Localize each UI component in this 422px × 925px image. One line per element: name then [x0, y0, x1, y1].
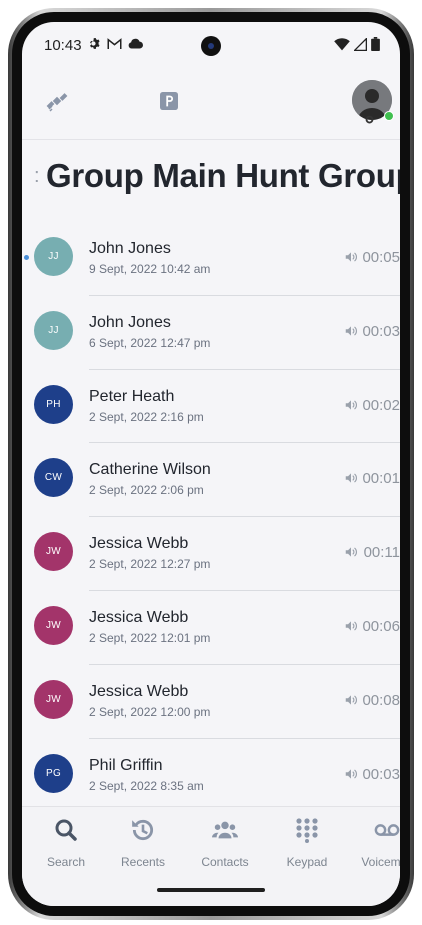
search-icon: [53, 817, 79, 843]
contact-name: Jessica Webb: [89, 608, 189, 626]
speaker-icon[interactable]: [344, 324, 358, 338]
contact-avatar[interactable]: JW: [34, 532, 73, 572]
avatar-initials: JW: [45, 619, 62, 631]
call-timestamp: 2 Sept, 2022 12:27 pm: [89, 557, 211, 572]
call-history-list: JJ John Jones 9 Sept, 2022 10:42 am 00:0…: [22, 222, 400, 813]
call-timestamp: 9 Sept, 2022 10:42 am: [89, 262, 211, 276]
contact-avatar[interactable]: PG: [34, 753, 73, 793]
call-duration: 00:02: [362, 396, 400, 414]
nav-item-keypad[interactable]: Keypad: [271, 817, 343, 869]
speaker-icon[interactable]: [344, 250, 358, 264]
contact-avatar[interactable]: CW: [34, 458, 73, 498]
speaker-icon[interactable]: [344, 545, 358, 559]
call-timestamp: 2 Sept, 2022 8:35 am: [89, 778, 204, 793]
nav-label: Recents: [120, 855, 166, 869]
nav-label: Search: [46, 855, 86, 869]
keypad-icon: [294, 817, 320, 843]
avatar-initials: JW: [45, 693, 62, 705]
voicemail-icon: [374, 817, 400, 843]
call-duration: 00:01: [362, 470, 400, 488]
gmail-icon: [107, 37, 122, 49]
nav-label: Keypad: [286, 855, 328, 869]
status-icons-left: [88, 37, 143, 50]
history-icon: [130, 817, 156, 843]
nav-label: Voicemail: [361, 855, 400, 869]
contact-avatar[interactable]: JW: [34, 679, 73, 719]
call-timestamp: 6 Sept, 2022 12:47 pm: [89, 335, 211, 350]
call-row[interactable]: CW Catherine Wilson 2 Sept, 2022 2:06 pm…: [22, 443, 400, 518]
call-row[interactable]: PG Phil Griffin 2 Sept, 2022 8:35 am 00:…: [22, 739, 400, 813]
presence-indicator: [384, 111, 394, 121]
call-duration: 00:06: [362, 617, 400, 635]
nav-item-search[interactable]: Search: [30, 817, 102, 869]
call-duration: 00:03: [362, 765, 400, 783]
contact-name: John Jones: [89, 240, 171, 257]
avatar-initials: CW: [44, 472, 63, 484]
contact-avatar[interactable]: JJ: [34, 310, 73, 350]
contact-avatar[interactable]: JW: [34, 605, 73, 645]
call-row[interactable]: JW Jessica Webb 2 Sept, 2022 12:01 pm 00…: [22, 591, 400, 665]
speaker-icon[interactable]: [344, 398, 358, 412]
call-duration: 00:11: [363, 544, 400, 562]
title-overflow-marker: :: [34, 165, 40, 187]
contact-name: Phil Griffin: [89, 756, 163, 774]
wifi-icon: [334, 37, 350, 50]
call-timestamp: 2 Sept, 2022 2:16 pm: [89, 409, 204, 424]
speaker-icon[interactable]: [344, 619, 358, 633]
call-row[interactable]: JW Jessica Webb 2 Sept, 2022 12:27 pm 00…: [22, 517, 400, 591]
call-row[interactable]: JJ John Jones 9 Sept, 2022 10:42 am 00:0…: [22, 222, 400, 296]
contact-name: Jessica Webb: [89, 535, 189, 553]
moon-icon[interactable]: [101, 88, 127, 114]
avatar-initials: PG: [45, 767, 62, 779]
settings-badge-icon: [365, 115, 374, 124]
page-title: Group Main Hunt Group: [46, 157, 400, 194]
call-duration: 00:03: [362, 322, 400, 340]
contact-name: Peter Heath: [89, 387, 175, 405]
nav-label: Contacts: [201, 855, 249, 869]
avatar-initials: PH: [46, 398, 61, 410]
top-toolbar: [22, 66, 400, 136]
call-timestamp: 2 Sept, 2022 12:01 pm: [89, 630, 211, 645]
speaker-icon[interactable]: [344, 471, 358, 485]
avatar-initials: JJ: [48, 324, 59, 336]
contact-name: Catherine Wilson: [89, 461, 211, 479]
status-time: 10:43: [44, 37, 82, 54]
call-timestamp: 2 Sept, 2022 2:06 pm: [89, 483, 204, 498]
avatar-initials: JW: [45, 546, 62, 558]
front-camera: [201, 36, 221, 56]
call-row[interactable]: JW Jessica Webb 2 Sept, 2022 12:00 pm 00…: [22, 665, 400, 739]
status-icons-right: [334, 37, 380, 51]
nav-item-recents[interactable]: Recents: [107, 817, 179, 869]
speaker-icon[interactable]: [344, 767, 358, 781]
contact-avatar[interactable]: JJ: [34, 237, 73, 276]
phone-frame: 10:43: Group Main Hunt Group JJ John Jo…: [8, 8, 414, 920]
home-indicator[interactable]: [157, 888, 265, 892]
contact-avatar[interactable]: PH: [34, 384, 73, 424]
signal-icon: [354, 37, 367, 51]
call-row[interactable]: PH Peter Heath 2 Sept, 2022 2:16 pm 00:0…: [22, 370, 400, 444]
cloud-icon: [128, 38, 143, 49]
nav-item-voicemail[interactable]: Voicemail: [351, 817, 400, 869]
contact-name: John Jones: [89, 313, 171, 331]
call-row[interactable]: JJ John Jones 6 Sept, 2022 12:47 pm 00:0…: [22, 296, 400, 370]
call-duration: 00:08: [362, 691, 400, 709]
battery-icon: [371, 37, 380, 51]
contacts-icon: [212, 817, 238, 843]
parking-icon[interactable]: [156, 88, 182, 114]
bottom-navigation: Voicemail Keypad Contacts Recents Search: [22, 806, 400, 906]
call-duration: 00:05: [362, 249, 400, 266]
satellite-icon[interactable]: [44, 88, 70, 114]
unread-indicator: [24, 255, 29, 260]
avatar-initials: JJ: [48, 251, 59, 262]
page-header: : Group Main Hunt Group: [22, 157, 400, 207]
call-timestamp: 2 Sept, 2022 12:00 pm: [89, 704, 211, 719]
contact-name: Jessica Webb: [89, 682, 189, 700]
gear-icon: [90, 38, 100, 49]
header-divider: [22, 139, 400, 140]
nav-item-contacts[interactable]: Contacts: [189, 817, 261, 869]
speaker-icon[interactable]: [344, 693, 358, 707]
phone-bezel: 10:43: Group Main Hunt Group JJ John Jo…: [12, 12, 410, 916]
status-bar: 10:43: [22, 22, 400, 62]
app-screen: 10:43: Group Main Hunt Group JJ John Jo…: [22, 22, 400, 906]
